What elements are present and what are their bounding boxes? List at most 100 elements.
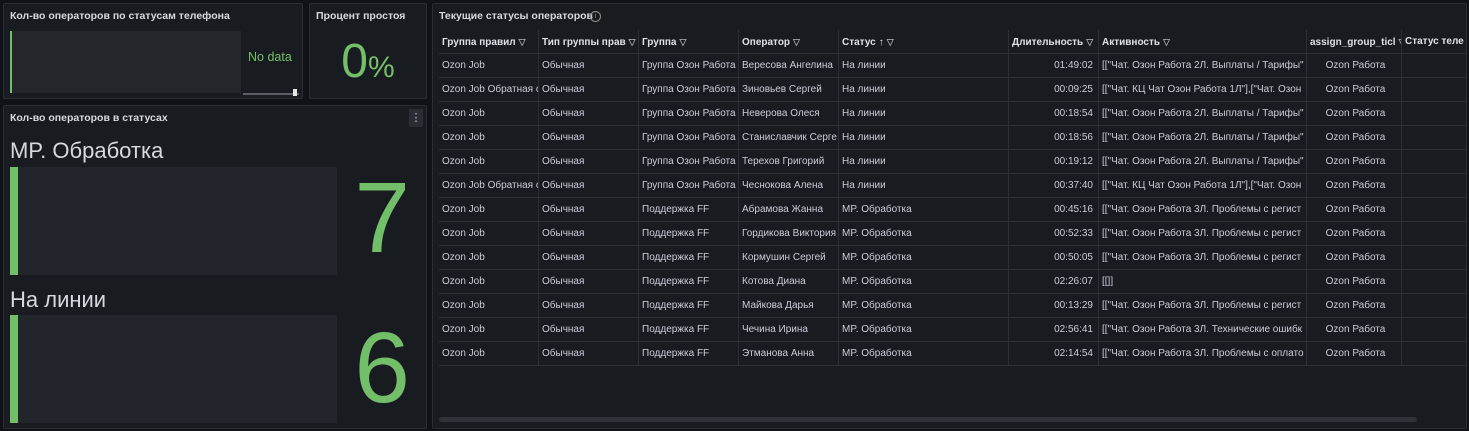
table-cell: Ozon Job Обратная с [439, 174, 539, 198]
column-header[interactable]: Активность ▽ [1099, 30, 1307, 54]
scrollbar-track[interactable] [243, 93, 299, 95]
column-header[interactable]: Длительность ▽ [1009, 30, 1099, 54]
panel-title[interactable]: Текущие статусы операторов [439, 10, 593, 22]
column-header-label: Активность [1102, 37, 1161, 48]
table-cell: MP. Обработка [839, 270, 1009, 294]
table-cell: Чеснокова Алена [739, 174, 839, 198]
scrollbar-thumb[interactable] [293, 89, 297, 96]
column-header[interactable]: Группа правил ▽ [439, 30, 539, 54]
column-header-label: Группа [642, 37, 677, 48]
filter-icon[interactable]: ▽ [1163, 30, 1170, 54]
panel-menu-icon[interactable]: ⋮ [409, 109, 423, 127]
column-header[interactable]: Статус ↑ ▽ [839, 30, 1009, 54]
table-cell: Обычная [539, 198, 639, 222]
table-cell: Обычная [539, 342, 639, 366]
table-cell: MP. Обработка [839, 342, 1009, 366]
stat-bar [10, 167, 18, 275]
table-row[interactable]: Ozon Job Обычная Поддержка FF Майкова Дарья… [439, 294, 1466, 318]
table-header-row: Группа правил ▽ Тип группы прав ▽ Группа ▽ Опе… [439, 30, 1466, 54]
table-cell: Ozon Job [439, 150, 539, 174]
panel-title[interactable]: Процент простоя [316, 10, 405, 22]
table-row[interactable]: Ozon Job Обычная Группа Озон Работа Терехов… [439, 150, 1466, 174]
sort-arrow-icon[interactable]: ↑ [879, 31, 884, 54]
table-cell: Обычная [539, 246, 639, 270]
table-row[interactable]: Ozon Job Обычная Группа Озон Работа Станисл… [439, 126, 1466, 150]
table-cell: Чечина Ирина [739, 318, 839, 342]
column-header[interactable]: Группа ▽ [639, 30, 739, 54]
column-header[interactable]: Оператор ▽ [739, 30, 839, 54]
table-cell: [["Чат. Озон Работа 3Л. Проблемы с регис… [1099, 246, 1307, 270]
table-row[interactable]: Ozon Job Обычная Группа Озон Работа Вересов… [439, 54, 1466, 78]
table-cell: 00:09:25 [1009, 78, 1099, 102]
table-cell: Группа Озон Работа [639, 126, 739, 150]
table-cell: [["Чат. КЦ Чат Озон Работа 1Л"],["Чат. О… [1099, 78, 1307, 102]
table-cell: Поддержка FF [639, 246, 739, 270]
table-cell: На линии [839, 54, 1009, 78]
column-header[interactable]: Тип группы прав ▽ [539, 30, 639, 54]
table-cell: 00:13:29 [1009, 294, 1099, 318]
table-cell: 01:49:02 [1009, 54, 1099, 78]
horizontal-scrollbar[interactable] [439, 417, 1417, 422]
table-cell: [["Чат. Озон Работа 3Л. Проблемы с регис… [1099, 294, 1307, 318]
table-cell: 00:19:12 [1009, 150, 1099, 174]
column-header[interactable]: Статус теле [1402, 30, 1466, 54]
table-cell: Ozon Работа [1307, 222, 1402, 246]
table-cell: Обычная [539, 318, 639, 342]
table-cell [1402, 222, 1466, 246]
idle-percent-panel: Процент простоя 0% [309, 3, 427, 99]
table-cell: 00:50:05 [1009, 246, 1099, 270]
filter-icon[interactable]: ▽ [679, 30, 686, 54]
filter-icon[interactable]: ▽ [519, 30, 526, 54]
table-row[interactable]: Ozon Job Обратная с Обычная Группа Озон Ра… [439, 174, 1466, 198]
table-cell: 00:45:16 [1009, 198, 1099, 222]
table-cell: Кормушин Сергей [739, 246, 839, 270]
table-cell: 02:14:54 [1009, 342, 1099, 366]
table-cell: Обычная [539, 174, 639, 198]
stat-label: На линии [10, 287, 107, 312]
table-cell: Группа Озон Работа [639, 174, 739, 198]
table-row[interactable]: Ozon Job Обычная Поддержка FF Чечина Ирина M… [439, 318, 1466, 342]
stat-value: 0 [341, 35, 368, 88]
stat-unit: % [368, 51, 395, 84]
stat-bar-bg [10, 315, 337, 423]
table-cell: Ozon Job [439, 126, 539, 150]
table-row[interactable]: Ozon Job Обычная Поддержка FF Гордикова Вик… [439, 222, 1466, 246]
table-row[interactable]: Ozon Job Обычная Поддержка FF Котова Диана M… [439, 270, 1466, 294]
table-cell: [["Чат. Озон Работа 3Л. Технические ошиб… [1099, 318, 1307, 342]
table-row[interactable]: Ozon Job Обычная Поддержка FF Этманова Анна… [439, 342, 1466, 366]
table-row[interactable]: Ozon Job Обычная Группа Озон Работа Неверов… [439, 102, 1466, 126]
table-cell: Ozon Работа [1307, 174, 1402, 198]
table-cell: Группа Озон Работа [639, 102, 739, 126]
table-cell: На линии [839, 102, 1009, 126]
table-cell: Майкова Дарья [739, 294, 839, 318]
table-cell: Поддержка FF [639, 222, 739, 246]
panel-title[interactable]: Кол-во операторов в статусах [10, 112, 168, 124]
table-cell: На линии [839, 174, 1009, 198]
table-cell: Поддержка FF [639, 318, 739, 342]
filter-icon[interactable]: ▽ [887, 30, 894, 54]
table-cell: Ozon Работа [1307, 318, 1402, 342]
table-cell [1402, 102, 1466, 126]
table-cell: Группа Озон Работа [639, 54, 739, 78]
filter-icon[interactable]: ▽ [629, 30, 636, 54]
table-cell: Ozon Работа [1307, 54, 1402, 78]
table-cell: [["Чат. Озон Работа 2Л. Выплаты / Тарифы… [1099, 150, 1307, 174]
table-row[interactable]: Ozon Job Обычная Поддержка FF Абрамова Жанн… [439, 198, 1466, 222]
table-cell: Ozon Job [439, 318, 539, 342]
stat-label: MP. Обработка [10, 138, 164, 163]
column-header[interactable]: assign_group_ticl▽ [1307, 30, 1402, 54]
info-icon[interactable]: i [590, 11, 601, 22]
filter-icon[interactable]: ▽ [793, 30, 800, 54]
panel-title[interactable]: Кол-во операторов по статусам телефона [10, 10, 230, 22]
filter-icon[interactable]: ▽ [1086, 30, 1093, 54]
table-cell: Обычная [539, 54, 639, 78]
column-header-label: Группа правил [442, 37, 516, 48]
no-data-label: No data [248, 50, 292, 64]
table-cell: MP. Обработка [839, 318, 1009, 342]
table-row[interactable]: Ozon Job Обычная Поддержка FF Кормушин Серг… [439, 246, 1466, 270]
statuses-count-panel: Кол-во операторов в статусах ⋮ MP. Обраб… [3, 105, 427, 429]
table-cell: Ozon Работа [1307, 342, 1402, 366]
table-row[interactable]: Ozon Job Обратная с Обычная Группа Озон Ра… [439, 78, 1466, 102]
table-cell: [["Чат. Озон Работа 2Л. Выплаты / Тарифы… [1099, 126, 1307, 150]
table-cell: Ozon Job [439, 198, 539, 222]
